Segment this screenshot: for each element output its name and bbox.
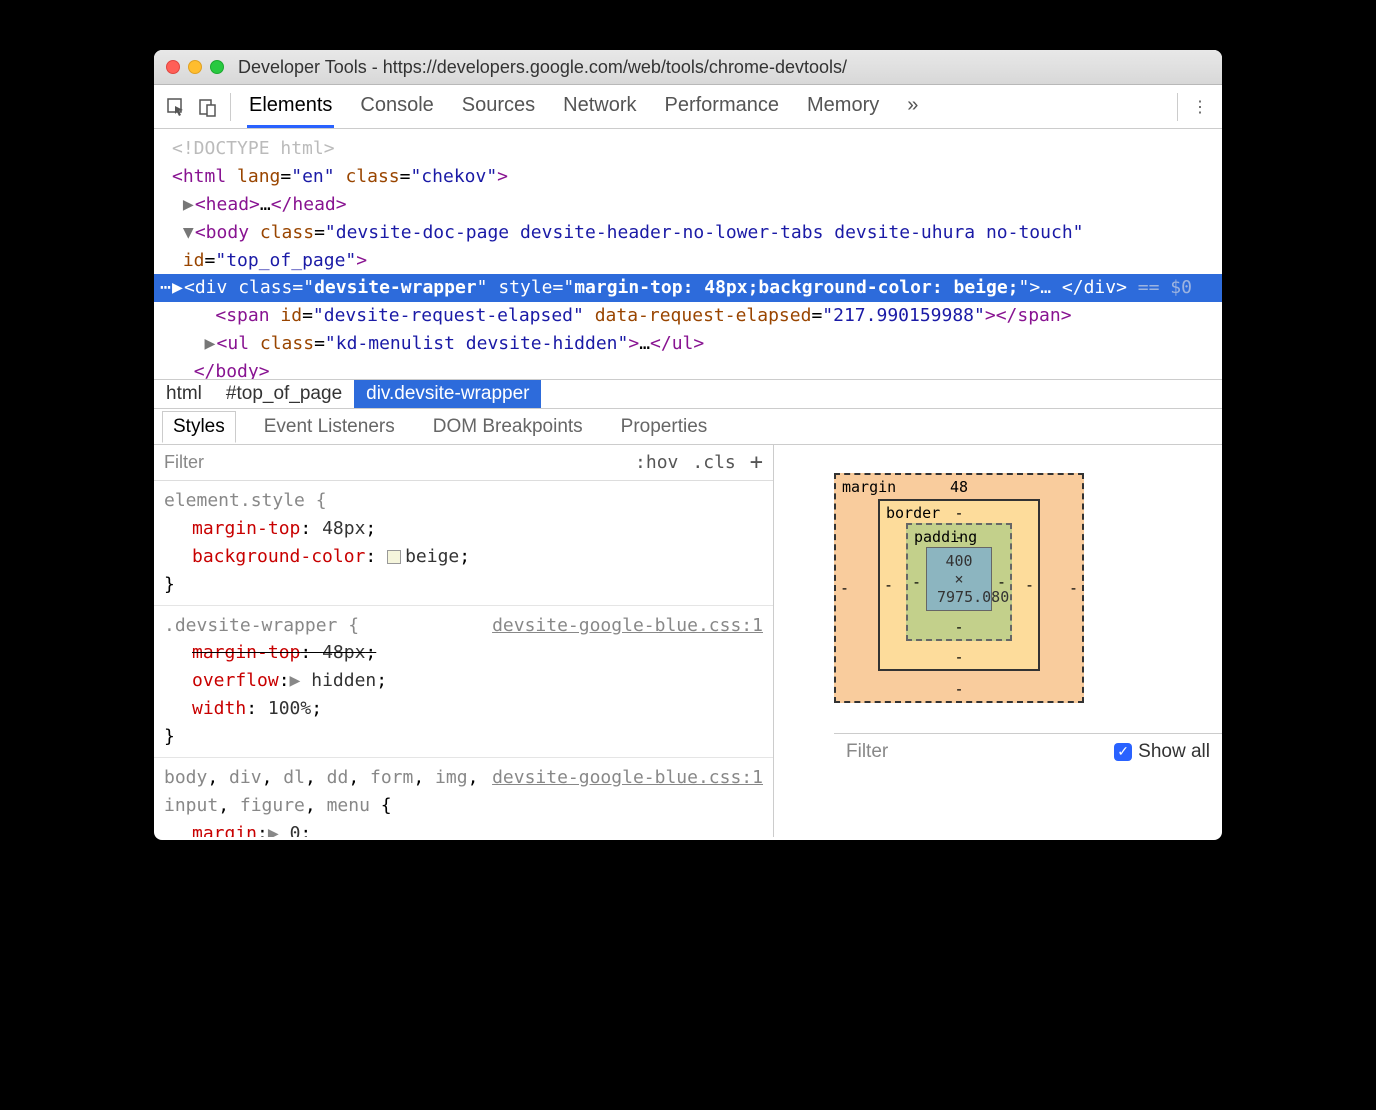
window-title: Developer Tools - https://developers.goo… [238, 57, 847, 78]
panel-tabs: Elements Console Sources Network Perform… [247, 86, 920, 128]
tab-sources[interactable]: Sources [460, 86, 537, 128]
dom-selected-node[interactable]: ⋯ ▶<div class="devsite-wrapper" style="m… [154, 274, 1222, 302]
subtab-breakpoints[interactable]: DOM Breakpoints [423, 412, 593, 442]
box-padding[interactable]: padding - - - - 400 × 7975.080 [906, 523, 1012, 641]
close-icon[interactable] [166, 60, 180, 74]
styles-filter-row: Filter :hov .cls + [154, 445, 773, 481]
maximize-icon[interactable] [210, 60, 224, 74]
new-rule-icon[interactable]: + [750, 450, 763, 475]
dom-html[interactable]: <html lang="en" class="chekov"> [154, 163, 1222, 191]
inspect-icon[interactable] [160, 91, 192, 123]
separator [1177, 93, 1178, 121]
subtab-listeners[interactable]: Event Listeners [254, 412, 405, 442]
computed-filter-input[interactable]: Filter [846, 741, 888, 763]
box-content[interactable]: 400 × 7975.080 [926, 547, 992, 611]
showall-label: Show all [1138, 741, 1210, 763]
dom-doctype[interactable]: <!DOCTYPE html> [154, 135, 1222, 163]
computed-pane: margin 48 - - - border - - - - padding - [774, 445, 1222, 837]
subtab-properties[interactable]: Properties [611, 412, 718, 442]
sidebar-tabs: Styles Event Listeners DOM Breakpoints P… [154, 409, 1222, 445]
rule-body-etc[interactable]: devsite-google-blue.css:1 body, div, dl,… [154, 758, 773, 837]
computed-filter-row: Filter ✓ Show all [834, 733, 1222, 769]
styles-pane: Filter :hov .cls + element.style { margi… [154, 445, 774, 837]
rule-source[interactable]: devsite-google-blue.css:1 [492, 612, 763, 640]
minimize-icon[interactable] [188, 60, 202, 74]
crumb-body[interactable]: #top_of_page [214, 380, 354, 408]
dom-body[interactable]: ▼<body class="devsite-doc-page devsite-h… [154, 219, 1222, 275]
devtools-window: Developer Tools - https://developers.goo… [154, 50, 1222, 840]
dom-tree[interactable]: <!DOCTYPE html> <html lang="en" class="c… [154, 129, 1222, 379]
box-model[interactable]: margin 48 - - - border - - - - padding - [834, 473, 1222, 703]
dom-head[interactable]: ▶<head>…</head> [154, 191, 1222, 219]
box-border[interactable]: border - - - - padding - - - - 400 × 797… [878, 499, 1040, 671]
traffic-lights [166, 60, 224, 74]
device-toggle-icon[interactable] [192, 91, 224, 123]
filter-input[interactable]: Filter [164, 452, 204, 473]
rule-source[interactable]: devsite-google-blue.css:1 [492, 764, 763, 792]
color-swatch-icon[interactable] [387, 550, 401, 564]
dom-body-close[interactable]: </body> [154, 358, 1222, 379]
main-toolbar: Elements Console Sources Network Perform… [154, 85, 1222, 129]
dom-span[interactable]: <span id="devsite-request-elapsed" data-… [154, 302, 1222, 330]
kebab-menu-icon[interactable]: ⋮ [1184, 91, 1216, 123]
subtab-styles[interactable]: Styles [162, 411, 236, 443]
hov-toggle[interactable]: :hov [635, 452, 678, 473]
tab-elements[interactable]: Elements [247, 86, 334, 128]
tab-console[interactable]: Console [358, 86, 435, 128]
tab-memory[interactable]: Memory [805, 86, 881, 128]
tab-network[interactable]: Network [561, 86, 638, 128]
tab-more-icon[interactable]: » [905, 86, 920, 128]
rule-devsite-wrapper[interactable]: devsite-google-blue.css:1 .devsite-wrapp… [154, 606, 773, 758]
crumb-selected[interactable]: div.devsite-wrapper [354, 380, 541, 408]
crumb-html[interactable]: html [154, 380, 214, 408]
showall-checkbox[interactable]: ✓ [1114, 743, 1132, 761]
box-margin[interactable]: margin 48 - - - border - - - - padding - [834, 473, 1084, 703]
rule-selector[interactable]: element.style { [164, 487, 763, 515]
lower-panels: Filter :hov .cls + element.style { margi… [154, 445, 1222, 837]
tab-performance[interactable]: Performance [663, 86, 782, 128]
titlebar: Developer Tools - https://developers.goo… [154, 50, 1222, 85]
toolbar-right: ⋮ [1171, 91, 1216, 123]
cls-toggle[interactable]: .cls [692, 452, 735, 473]
breadcrumb: html #top_of_page div.devsite-wrapper [154, 379, 1222, 409]
separator [230, 93, 231, 121]
rule-element-style[interactable]: element.style { margin-top: 48px; backgr… [154, 481, 773, 606]
dom-ul[interactable]: ▶<ul class="kd-menulist devsite-hidden">… [154, 330, 1222, 358]
